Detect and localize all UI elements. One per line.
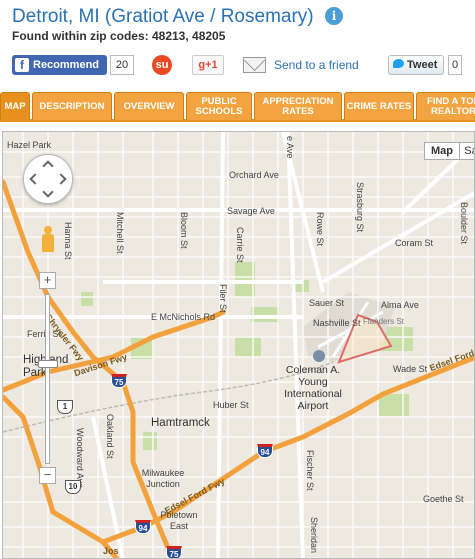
- zoom-out-button[interactable]: −: [39, 467, 56, 484]
- tab-crime-rates[interactable]: CRIME RATES: [344, 92, 414, 120]
- label-goethe-st: Goethe St: [423, 494, 464, 504]
- map-view[interactable]: Hazel Park Orchard Ave Savage Ave Coram …: [2, 131, 475, 559]
- tab-find-realtor[interactable]: FIND A TOP REALTOR: [416, 92, 475, 120]
- label-mitchell-st: Mitchell St: [115, 212, 125, 254]
- i75-shield-south: 75: [166, 546, 182, 558]
- facebook-recommend-button[interactable]: f Recommend: [12, 55, 107, 75]
- label-boulder-st: Boulder St: [459, 202, 469, 245]
- info-icon[interactable]: i: [325, 7, 343, 25]
- label-filer-st: Filer St: [218, 284, 228, 313]
- airport-icon: [313, 350, 325, 362]
- label-coram-st: Coram St: [395, 238, 434, 248]
- label-flanders-st: Flanders St: [363, 317, 404, 326]
- tweet-count: 0: [448, 55, 462, 75]
- label-mcnichols: E McNichols Rd: [151, 312, 216, 322]
- recommend-count: 20: [110, 55, 134, 75]
- pan-right-icon[interactable]: [55, 173, 67, 185]
- zoom-in-button[interactable]: +: [39, 272, 56, 289]
- street-view-pegman-icon[interactable]: [39, 226, 57, 252]
- label-strasburg-st: Strasburg St: [355, 182, 365, 233]
- label-bloom-st: Bloom St: [179, 212, 189, 249]
- tab-map[interactable]: MAP: [0, 92, 30, 120]
- recommend-label: Recommend: [33, 59, 100, 71]
- pan-down-icon[interactable]: [42, 186, 54, 198]
- i94-shield-a: 94: [257, 444, 273, 458]
- zoom-slider-thumb[interactable]: [38, 360, 58, 368]
- label-airport: Coleman A. Young International Airport: [284, 364, 342, 412]
- label-alma-ave: Alma Ave: [381, 300, 419, 310]
- label-savage-ave: Savage Ave: [227, 206, 275, 216]
- m10-shield: 10: [65, 480, 81, 494]
- label-jos: Jos: [103, 546, 119, 556]
- label-oakland-st: Oakland St: [105, 414, 115, 459]
- label-sauer-st: Sauer St: [309, 298, 345, 308]
- send-to-friend-link[interactable]: Send to a friend: [274, 58, 359, 78]
- label-fischer-st: Fischer St: [305, 450, 315, 491]
- tab-overview[interactable]: OVERVIEW: [114, 92, 184, 120]
- map-type-map-button[interactable]: Map: [424, 142, 460, 160]
- label-rowe-st: Rowe St: [315, 212, 325, 247]
- page-header: Detroit, MI (Gratiot Ave / Rosemary) i F…: [0, 0, 475, 90]
- label-nashville-st: Nashville St: [313, 318, 361, 328]
- pan-control[interactable]: [23, 154, 73, 204]
- tab-bar: MAP DESCRIPTION OVERVIEW PUBLIC SCHOOLS …: [0, 92, 475, 122]
- tab-appreciation-rates[interactable]: APPRECIATION RATES: [254, 92, 342, 120]
- zoom-slider-track[interactable]: [45, 294, 50, 464]
- tweet-label: Tweet: [407, 59, 438, 71]
- label-hamtramck: Hamtramck: [151, 417, 210, 429]
- tab-public-schools[interactable]: PUBLIC SCHOOLS: [186, 92, 252, 120]
- page-title: Detroit, MI (Gratiot Ave / Rosemary): [12, 6, 314, 27]
- m1-shield: 1: [57, 400, 73, 414]
- tab-description[interactable]: DESCRIPTION: [32, 92, 112, 120]
- label-huber-st: Huber St: [213, 400, 249, 410]
- stumbleupon-icon[interactable]: su: [152, 55, 172, 75]
- label-e-ave: e Ave: [285, 136, 295, 159]
- label-milwaukee-junction: Milwaukee Junction: [141, 468, 185, 489]
- label-poletown-east: Poletown East: [160, 510, 198, 531]
- i94-shield-b: 94: [135, 520, 151, 534]
- tweet-button[interactable]: Tweet: [388, 55, 444, 75]
- label-wade-st: Wade St: [393, 364, 428, 374]
- map-type-satellite-button[interactable]: Sa: [459, 142, 474, 160]
- facebook-icon: f: [15, 58, 29, 72]
- pan-left-icon[interactable]: [29, 173, 41, 185]
- mail-icon[interactable]: [243, 57, 266, 73]
- label-hanna-st: Hanna St: [63, 222, 73, 260]
- label-orchard-ave: Orchard Ave: [229, 170, 279, 180]
- twitter-bird-icon: [393, 59, 404, 68]
- label-sheridan: Sheridan: [309, 517, 319, 554]
- i75-shield-north: 75: [111, 374, 127, 388]
- label-carrie-st: Carrie St: [235, 227, 245, 263]
- pan-up-icon[interactable]: [42, 160, 54, 172]
- zip-codes-line: Found within zip codes: 48213, 48205: [12, 29, 226, 43]
- label-hazel-park: Hazel Park: [7, 140, 52, 150]
- google-plus-button[interactable]: g+1: [192, 55, 224, 75]
